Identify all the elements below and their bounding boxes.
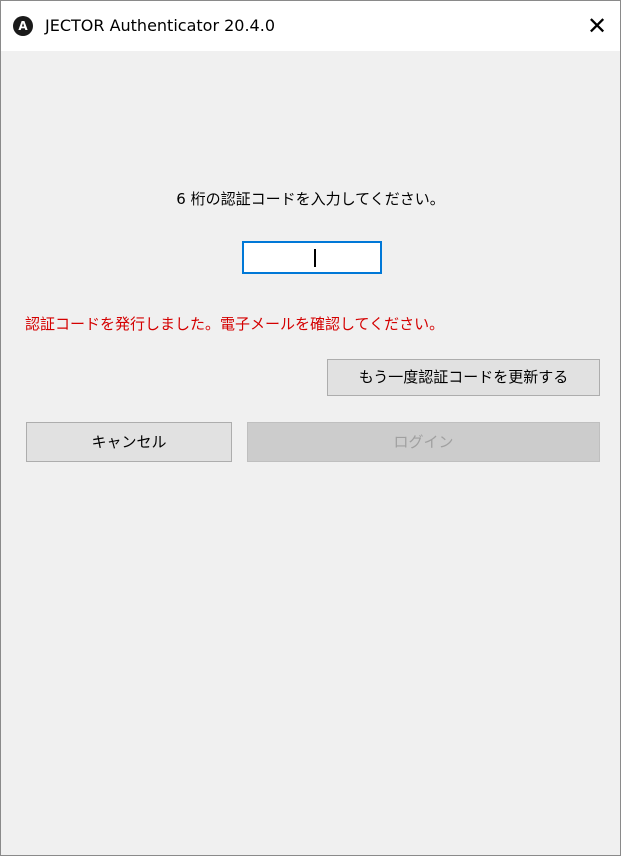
status-message: 認証コードを発行しました。電子メールを確認してください。 [25, 315, 445, 333]
close-icon: ✕ [586, 12, 608, 40]
dialog-content: 6 桁の認証コードを入力してください。 認証コードを発行しました。電子メールを確… [1, 51, 620, 855]
login-button[interactable]: ログイン [247, 422, 600, 462]
code-prompt-label: 6 桁の認証コードを入力してください。 [176, 190, 445, 208]
window-title: JECTOR Authenticator 20.4.0 [45, 16, 275, 35]
authenticator-window: A JECTOR Authenticator 20.4.0 ✕ 6 桁の認証コー… [0, 0, 621, 856]
text-caret [314, 249, 316, 267]
cancel-button[interactable]: キャンセル [26, 422, 232, 462]
title-bar: A JECTOR Authenticator 20.4.0 ✕ [1, 1, 620, 51]
verification-code-input[interactable] [242, 241, 382, 274]
close-button[interactable]: ✕ [574, 1, 620, 51]
app-logo-icon: A [13, 16, 33, 36]
resend-code-button[interactable]: もう一度認証コードを更新する [327, 359, 600, 396]
